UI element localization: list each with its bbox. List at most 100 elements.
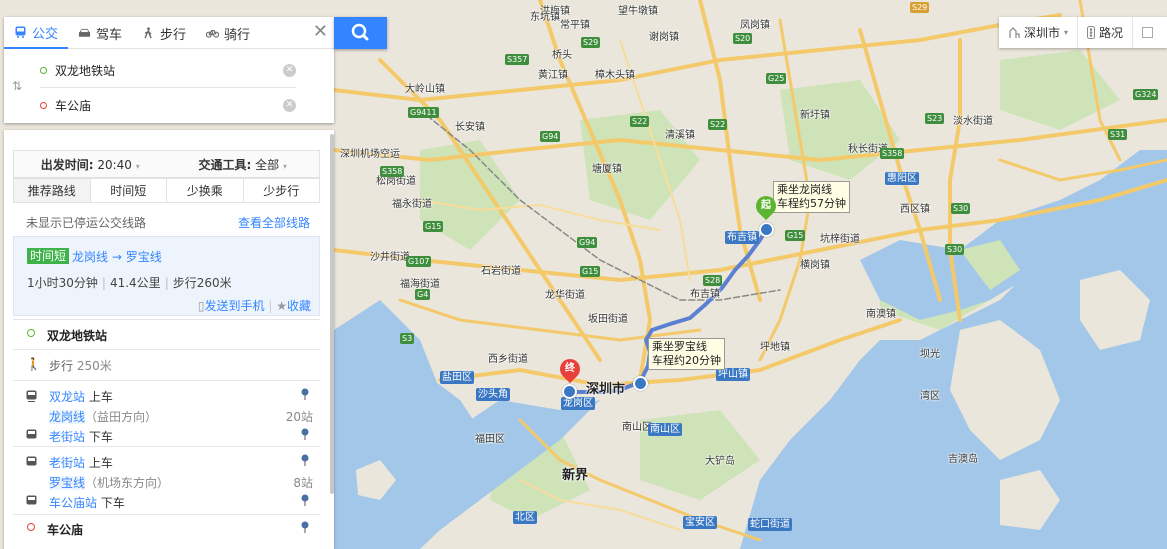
tab-drive[interactable]: 驾车	[68, 17, 132, 49]
swap-icon[interactable]: ⇅	[12, 79, 22, 93]
tab-label: 骑行	[224, 27, 251, 43]
end-pin-icon[interactable]: 终	[555, 354, 585, 384]
place-label: 常平镇	[560, 20, 590, 31]
send-to-phone-button[interactable]: ▯发送到手机	[198, 299, 265, 313]
place-label-major: 新界	[562, 468, 589, 483]
highway-shield: G15	[423, 221, 444, 232]
route-card[interactable]: 时间短 龙岗线 → 罗宝线 1小时30分钟 | 41.4公里 | 步行260米 ▯发送到…	[13, 236, 320, 316]
locate-icon	[300, 494, 310, 507]
highway-shield: S31	[1108, 129, 1128, 140]
place-label: 桥头	[552, 50, 572, 61]
place-label: 坝光	[920, 349, 940, 360]
place-label: 石岩街道	[481, 266, 521, 277]
place-label: 深圳机场空运	[340, 149, 400, 160]
tab-fewer-transfers[interactable]: 少换乘	[167, 179, 244, 202]
highway-shield: S28	[703, 275, 723, 286]
place-label: 坪地镇	[760, 342, 790, 353]
walk-icon: 🚶	[26, 357, 41, 371]
locate-icon	[300, 454, 310, 467]
tab-transit[interactable]: 公交	[4, 17, 69, 49]
depart-time-select[interactable]: 出发时间: 20:40 ▾	[14, 156, 167, 173]
clear-destination-icon[interactable]: ✕	[283, 98, 296, 112]
city-label: 深圳市	[1024, 26, 1061, 40]
place-label: 坑梓街道	[820, 234, 860, 245]
place-label: 沙井街道	[370, 252, 410, 263]
suspended-lines-note: 未显示已停运公交线路	[26, 216, 147, 230]
transport-mode-tabs: 公交 驾车 步行 骑行	[4, 17, 334, 49]
destination-field[interactable]: 车公庙 ✕	[40, 90, 296, 120]
place-label: 福田区	[475, 434, 505, 445]
place-label: 福海街道	[400, 279, 440, 290]
route-result-panel: 出发时间: 20:40 ▾ 交通工具: 全部 ▾ 推荐路线 时间短 少换乘 少步…	[4, 130, 334, 549]
highway-shield: G15	[785, 230, 806, 241]
highway-shield: G107	[406, 256, 432, 267]
highway-shield: G94	[577, 237, 598, 248]
locate-icon	[300, 521, 310, 534]
close-icon[interactable]: ✕	[313, 22, 328, 42]
highway-shield: G15	[580, 266, 601, 277]
place-label: 龙华街道	[545, 290, 585, 301]
highway-shield: G94	[540, 131, 561, 142]
highway-shield: G9411	[408, 107, 439, 118]
highway-shield: S358	[380, 166, 405, 177]
district-label: 龙岗区	[561, 397, 595, 410]
place-label: 西区镇	[900, 204, 930, 215]
highway-shield: S23	[925, 113, 945, 124]
search-button[interactable]	[334, 17, 387, 49]
start-pin-icon[interactable]: 起	[751, 191, 781, 221]
highway-shield: S30	[945, 244, 965, 255]
place-label: 谢岗镇	[649, 32, 679, 43]
place-label: 大岭山镇	[405, 84, 445, 95]
clear-origin-icon[interactable]: ✕	[283, 63, 296, 77]
origin-field[interactable]: 双龙地铁站 ✕	[40, 55, 296, 85]
tab-shortest-time[interactable]: 时间短	[91, 179, 167, 202]
district-label: 宝安区	[683, 516, 717, 529]
destination-value: 车公庙	[55, 98, 92, 113]
place-label: 大铲岛	[705, 456, 735, 467]
tab-walk[interactable]: 步行	[132, 17, 196, 49]
tab-bike[interactable]: 骑行	[196, 17, 260, 49]
walk-icon	[144, 27, 152, 39]
subway-icon	[26, 429, 37, 439]
traffic-toggle[interactable]: 路况	[1078, 17, 1134, 48]
place-label: 塘厦镇	[592, 164, 622, 175]
place-label: 樟木头镇	[595, 70, 635, 81]
place-label: 横岗镇	[800, 260, 830, 271]
subway-icon	[26, 456, 37, 466]
scrollbar[interactable]	[330, 134, 334, 494]
favorite-button[interactable]: ★收藏	[276, 299, 311, 313]
city-selector[interactable]: 深圳市 ▾	[999, 17, 1079, 48]
subway-station-icon[interactable]	[633, 376, 648, 391]
highway-shield: S358	[880, 148, 905, 159]
divider	[13, 514, 320, 515]
tab-less-walking[interactable]: 少步行	[244, 179, 320, 202]
district-label: 南山区	[648, 423, 682, 436]
route-callout: 乘坐罗宝线 车程约20分钟	[648, 338, 725, 370]
route-lines: 龙岗线 → 罗宝线	[72, 250, 162, 264]
bike-icon	[206, 30, 220, 38]
destination-dot-icon	[40, 101, 47, 109]
traffic-light-icon	[1087, 26, 1096, 39]
place-label-major: 深圳市	[586, 382, 626, 397]
subway-station-icon[interactable]	[759, 222, 774, 237]
highway-shield: S29	[910, 2, 930, 13]
highway-shield: G324	[1133, 89, 1159, 100]
step-ride-1: 双龙站 上车 龙岗线（益田方向） 20站 老街站 下车	[13, 388, 320, 448]
divider	[13, 319, 320, 320]
more-tools-button[interactable]	[1133, 17, 1162, 48]
place-label: 望牛墩镇	[618, 6, 658, 17]
chevron-down-icon: ▾	[282, 161, 287, 171]
route-search-panel: 公交 驾车 步行 骑行 ✕ ⇅ 双龙地铁站 ✕ 车公庙 ✕	[4, 17, 334, 123]
view-all-routes-link[interactable]: 查看全部线路	[238, 214, 310, 231]
district-label: 惠阳区	[885, 172, 919, 185]
place-label: 南澳镇	[866, 309, 896, 320]
highway-shield: S20	[733, 33, 753, 44]
subway-station-icon[interactable]	[562, 384, 577, 399]
tab-label: 步行	[160, 27, 187, 43]
tab-recommended[interactable]: 推荐路线	[14, 179, 91, 202]
chevron-down-icon: ▾	[1064, 28, 1069, 37]
locate-icon	[300, 428, 310, 441]
divider	[13, 380, 320, 381]
highway-shield: S22	[630, 116, 650, 127]
transport-tool-select[interactable]: 交通工具: 全部 ▾	[167, 156, 320, 173]
